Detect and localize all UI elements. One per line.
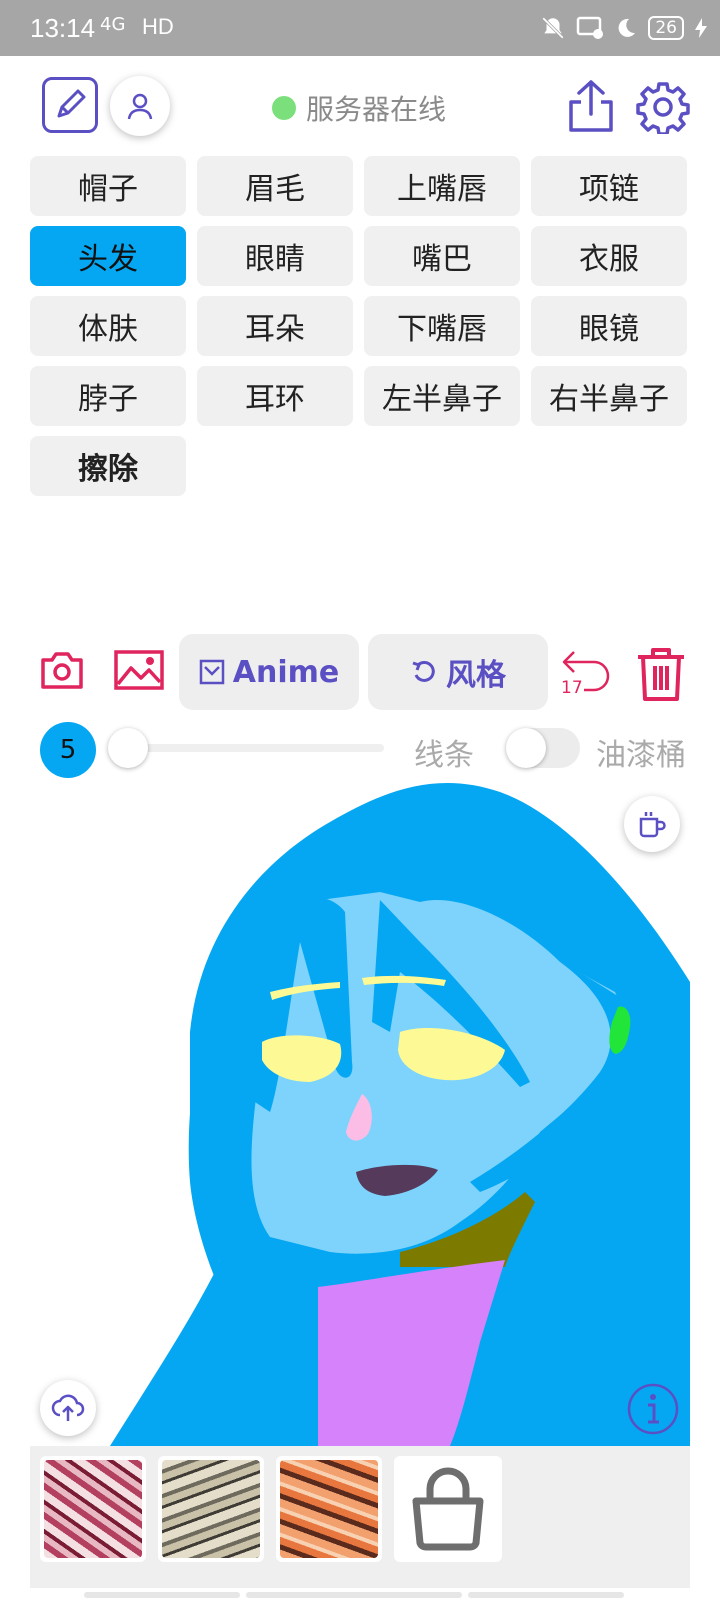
paint-bucket-label: 油漆桶: [596, 738, 686, 773]
coffee-cup-icon: [639, 812, 666, 838]
category-button[interactable]: 耳朵: [197, 296, 353, 356]
nav-hint-line: [84, 1592, 240, 1598]
category-button[interactable]: 嘴巴: [364, 226, 520, 286]
edit-icon: [57, 89, 86, 118]
edit-button[interactable]: [42, 77, 98, 133]
cloud-upload-icon: [51, 1394, 85, 1421]
info-icon: [627, 1383, 679, 1435]
battery-level: 26: [648, 16, 684, 40]
trash-icon: [638, 648, 684, 701]
brush-size-slider[interactable]: [110, 744, 384, 752]
category-button[interactable]: 耳环: [197, 366, 353, 426]
category-button[interactable]: 左半鼻子: [364, 366, 520, 426]
server-status: 服务器在线: [272, 88, 446, 128]
segmentation-sketch: [110, 783, 690, 1446]
style-thumbnail-image: [280, 1460, 378, 1558]
user-button[interactable]: [110, 76, 170, 136]
checkbox-icon: [199, 659, 225, 685]
category-button[interactable]: 上嘴唇: [364, 156, 520, 216]
mute-icon: [542, 17, 565, 39]
line-mode-label: 线条: [414, 738, 474, 773]
style-button[interactable]: 风格: [368, 634, 548, 710]
share-icon: [569, 80, 613, 132]
category-button[interactable]: 眉毛: [197, 156, 353, 216]
model-select-button[interactable]: Anime: [179, 634, 359, 710]
category-button[interactable]: 项链: [531, 156, 687, 216]
server-status-dot: [272, 96, 296, 120]
share-button[interactable]: [566, 78, 616, 134]
style-thumbnail-image: [162, 1460, 260, 1558]
brush-size-badge: 5: [40, 722, 96, 778]
nav-hint-line: [246, 1592, 462, 1598]
category-button[interactable]: 头发: [30, 226, 186, 286]
settings-button[interactable]: [636, 80, 690, 136]
charging-icon: [695, 18, 707, 38]
gear-icon: [636, 82, 690, 136]
server-status-text: 服务器在线: [306, 93, 447, 126]
model-label: Anime: [232, 654, 340, 690]
drawing-canvas[interactable]: [0, 782, 690, 1446]
coffee-button[interactable]: [624, 796, 680, 852]
style-thumbnail-image: [44, 1460, 142, 1558]
camera-button[interactable]: [40, 650, 84, 690]
info-button[interactable]: [626, 1382, 680, 1436]
category-button[interactable]: 右半鼻子: [531, 366, 687, 426]
category-button[interactable]: 体肤: [30, 296, 186, 356]
style-thumbnail[interactable]: [40, 1456, 146, 1562]
style-thumbnail[interactable]: [158, 1456, 264, 1562]
paint-bucket-toggle-knob[interactable]: [506, 728, 546, 768]
category-button[interactable]: 帽子: [30, 156, 186, 216]
style-thumbnail[interactable]: [276, 1456, 382, 1562]
lock-icon: [412, 1467, 484, 1551]
brush-size-slider-thumb[interactable]: [108, 728, 148, 768]
camera-icon: [41, 652, 83, 689]
cast-icon: [577, 16, 604, 39]
gallery-button[interactable]: [114, 650, 164, 690]
category-button[interactable]: 下嘴唇: [364, 296, 520, 356]
hd-indicator: HD: [142, 14, 174, 39]
status-icons: 26: [540, 12, 708, 44]
image-icon: [114, 650, 164, 690]
moon-icon: [618, 18, 636, 37]
style-label: 风格: [446, 658, 506, 693]
refresh-icon: [412, 660, 435, 682]
nav-hint-line: [468, 1592, 624, 1598]
locked-style-slot[interactable]: [394, 1456, 502, 1562]
undo-count: 17: [561, 678, 583, 698]
upload-button[interactable]: [40, 1380, 96, 1436]
status-bar: 13:14 4G HD 26: [0, 0, 720, 56]
status-time: 13:14: [30, 13, 96, 43]
user-icon: [127, 93, 153, 120]
category-button[interactable]: 擦除: [30, 436, 186, 496]
clear-button[interactable]: [636, 646, 686, 702]
category-button[interactable]: 衣服: [531, 226, 687, 286]
category-button[interactable]: 眼睛: [197, 226, 353, 286]
category-button[interactable]: 眼镜: [531, 296, 687, 356]
network-indicator: 4G: [100, 14, 126, 35]
category-grid: 帽子 眉毛 上嘴唇 项链头发 眼睛 嘴巴 衣服体肤 耳朵 下嘴唇 眼镜脖子 耳环 左半鼻子 右半鼻子擦除: [30, 156, 690, 496]
category-button[interactable]: 脖子: [30, 366, 186, 426]
